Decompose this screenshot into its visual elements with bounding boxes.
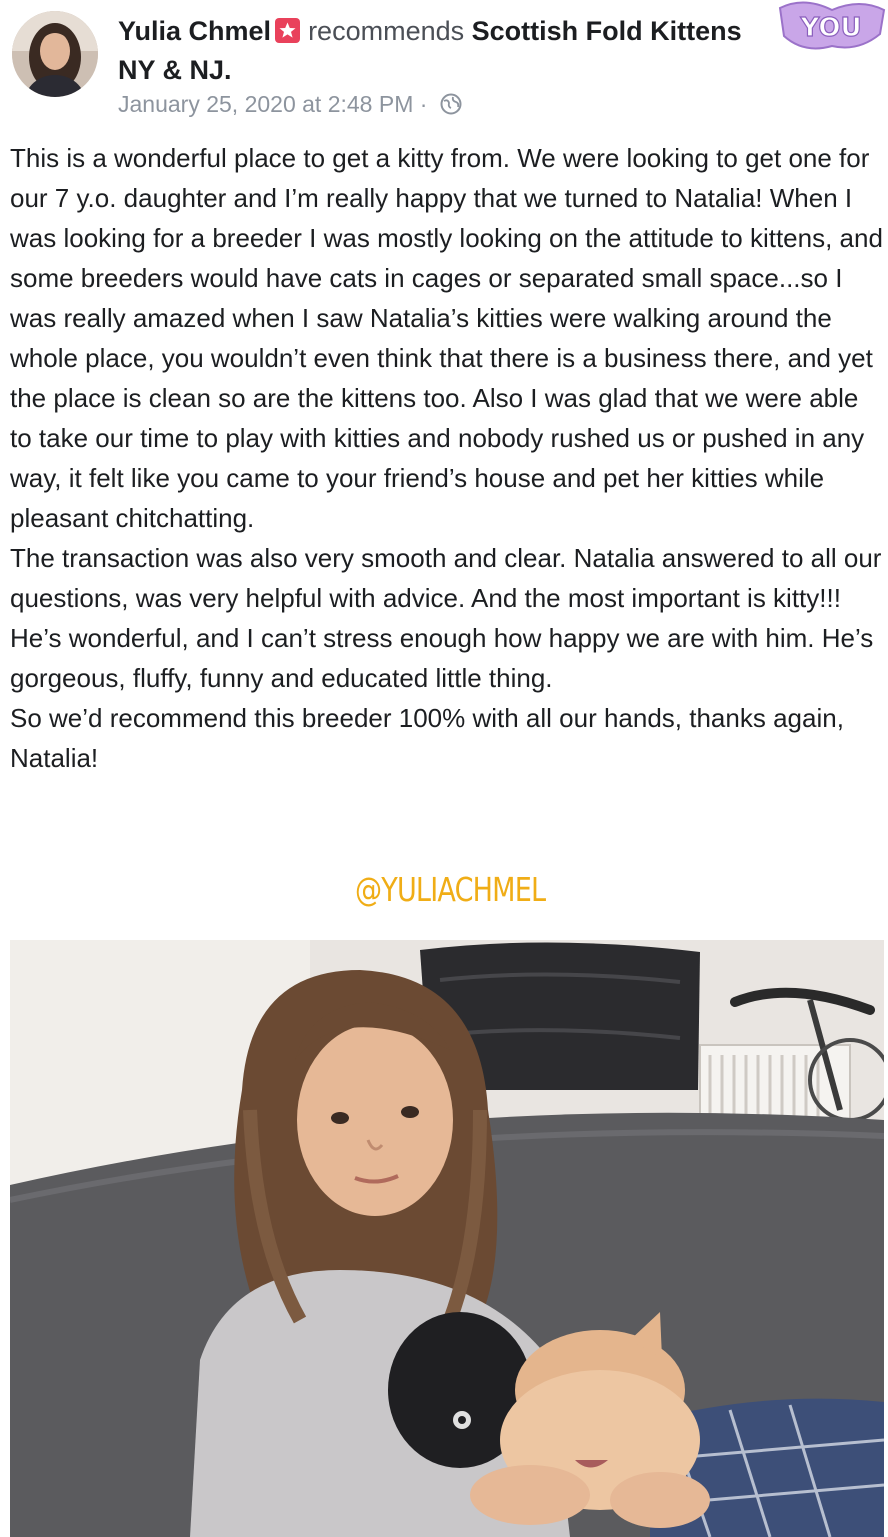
post-body: This is a wonderful place to get a kitty… xyxy=(10,138,884,778)
post-meta: January 25, 2020 at 2:48 PM · xyxy=(118,88,462,120)
globe-icon[interactable] xyxy=(440,91,462,115)
author-name[interactable]: Yulia Chmel xyxy=(118,16,271,46)
sticker-text: YOU xyxy=(799,13,861,43)
recommend-star-icon xyxy=(275,18,301,43)
post-header: Yulia Chmel recommends Scottish Fold Kitt… xyxy=(0,0,888,132)
instagram-handle-overlay: @YULIACHMEL xyxy=(355,870,546,909)
post-paragraph: The transaction was also very smooth and… xyxy=(10,543,882,693)
author-avatar[interactable] xyxy=(12,11,98,97)
post-timestamp[interactable]: January 25, 2020 at 2:48 PM xyxy=(118,91,413,117)
post-paragraph: So we’d recommend this breeder 100% with… xyxy=(10,703,844,773)
post-photo[interactable] xyxy=(10,940,884,1537)
post-title: Yulia Chmel recommends Scottish Fold Kitt… xyxy=(118,12,768,90)
recommend-verb: recommends xyxy=(308,16,465,46)
post-paragraph: This is a wonderful place to get a kitty… xyxy=(10,143,883,533)
meta-separator: · xyxy=(419,91,428,117)
you-sticker: YOU xyxy=(774,0,888,60)
